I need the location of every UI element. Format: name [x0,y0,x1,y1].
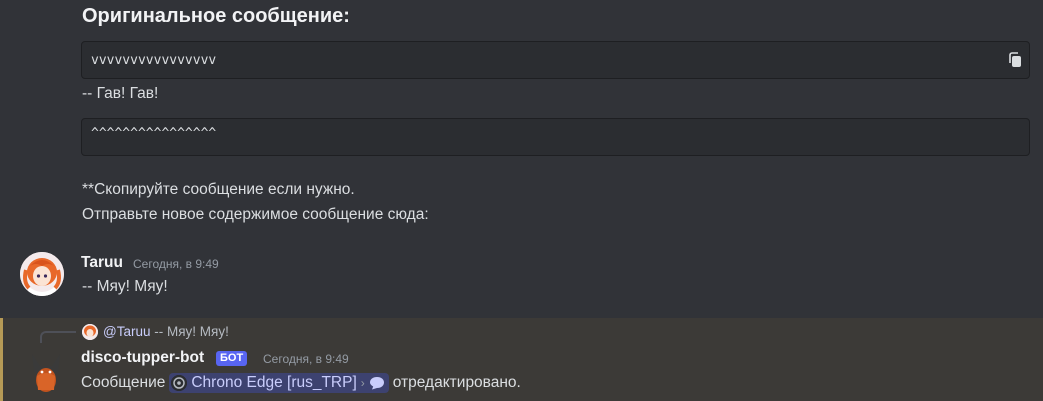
code-block-bottom: ^^^^^^^^^^^^^^^^ [81,118,1030,156]
note-line-2: Отправьте новое содержимое сообщение сюд… [82,206,429,223]
code-block-bottom-text: ^^^^^^^^^^^^^^^^ [91,126,217,141]
channel-mention[interactable]: Chrono Edge [rus_TRP] › [169,373,389,393]
bot-avatar[interactable] [28,350,64,394]
copy-icon[interactable] [1007,52,1023,68]
message-author[interactable]: disco-tupper-bot [81,349,204,367]
reply-mention[interactable]: @Taruu [103,324,150,339]
note-line-1: **Скопируйте сообщение если нужно. [82,181,355,198]
message-timestamp: Сегодня, в 9:49 [263,352,349,366]
channel-name: Chrono Edge [rus_TRP] [191,374,357,391]
avatar[interactable] [20,252,64,296]
code-block-top-text: vvvvvvvvvvvvvvvv [91,53,217,68]
message-author[interactable]: Taruu [81,254,123,272]
bot-badge: БОТ [216,351,248,366]
reply-avatar [82,324,98,340]
anime-girl-avatar-icon [20,252,64,296]
quote-text: -- Гав! Гав! [82,85,159,102]
message-text-after: отредактировано. [392,374,521,391]
embed-heading: Оригинальное сообщение: [82,5,350,27]
message-text: Сообщение Chrono Edge [rus_TRP] › отреда… [81,373,521,393]
message-timestamp: Сегодня, в 9:49 [133,257,219,271]
reply-text: -- Мяу! Мяу! [154,324,229,339]
code-block-top: vvvvvvvvvvvvvvvv [81,41,1030,79]
chevron-right-icon: › [360,376,365,390]
reply-connector [40,331,76,343]
server-icon [171,375,188,391]
message-text: -- Мяу! Мяу! [82,278,168,295]
message-text-before: Сообщение [81,374,166,391]
reply-preview[interactable]: @Taruu -- Мяу! Мяу! [103,324,229,339]
speech-bubble-icon [369,377,384,390]
reply-avatar-icon [82,324,98,340]
fox-avatar-icon [32,354,60,392]
